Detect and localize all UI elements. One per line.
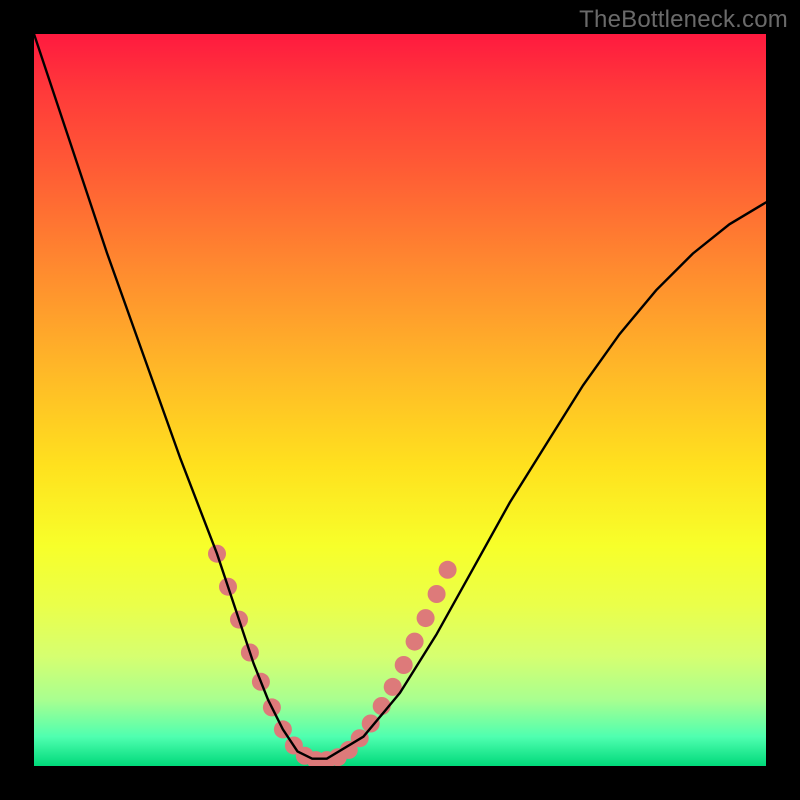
- chart-svg: [34, 34, 766, 766]
- watermark-text: TheBottleneck.com: [579, 6, 788, 34]
- chart-frame: TheBottleneck.com: [0, 0, 800, 800]
- plot-area: [34, 34, 766, 766]
- marker-dot: [395, 656, 413, 674]
- marker-dot: [417, 609, 435, 627]
- marker-dot: [406, 633, 424, 651]
- markers-layer: [208, 545, 457, 766]
- marker-dot: [428, 585, 446, 603]
- marker-dot: [439, 561, 457, 579]
- curve-line: [34, 34, 766, 759]
